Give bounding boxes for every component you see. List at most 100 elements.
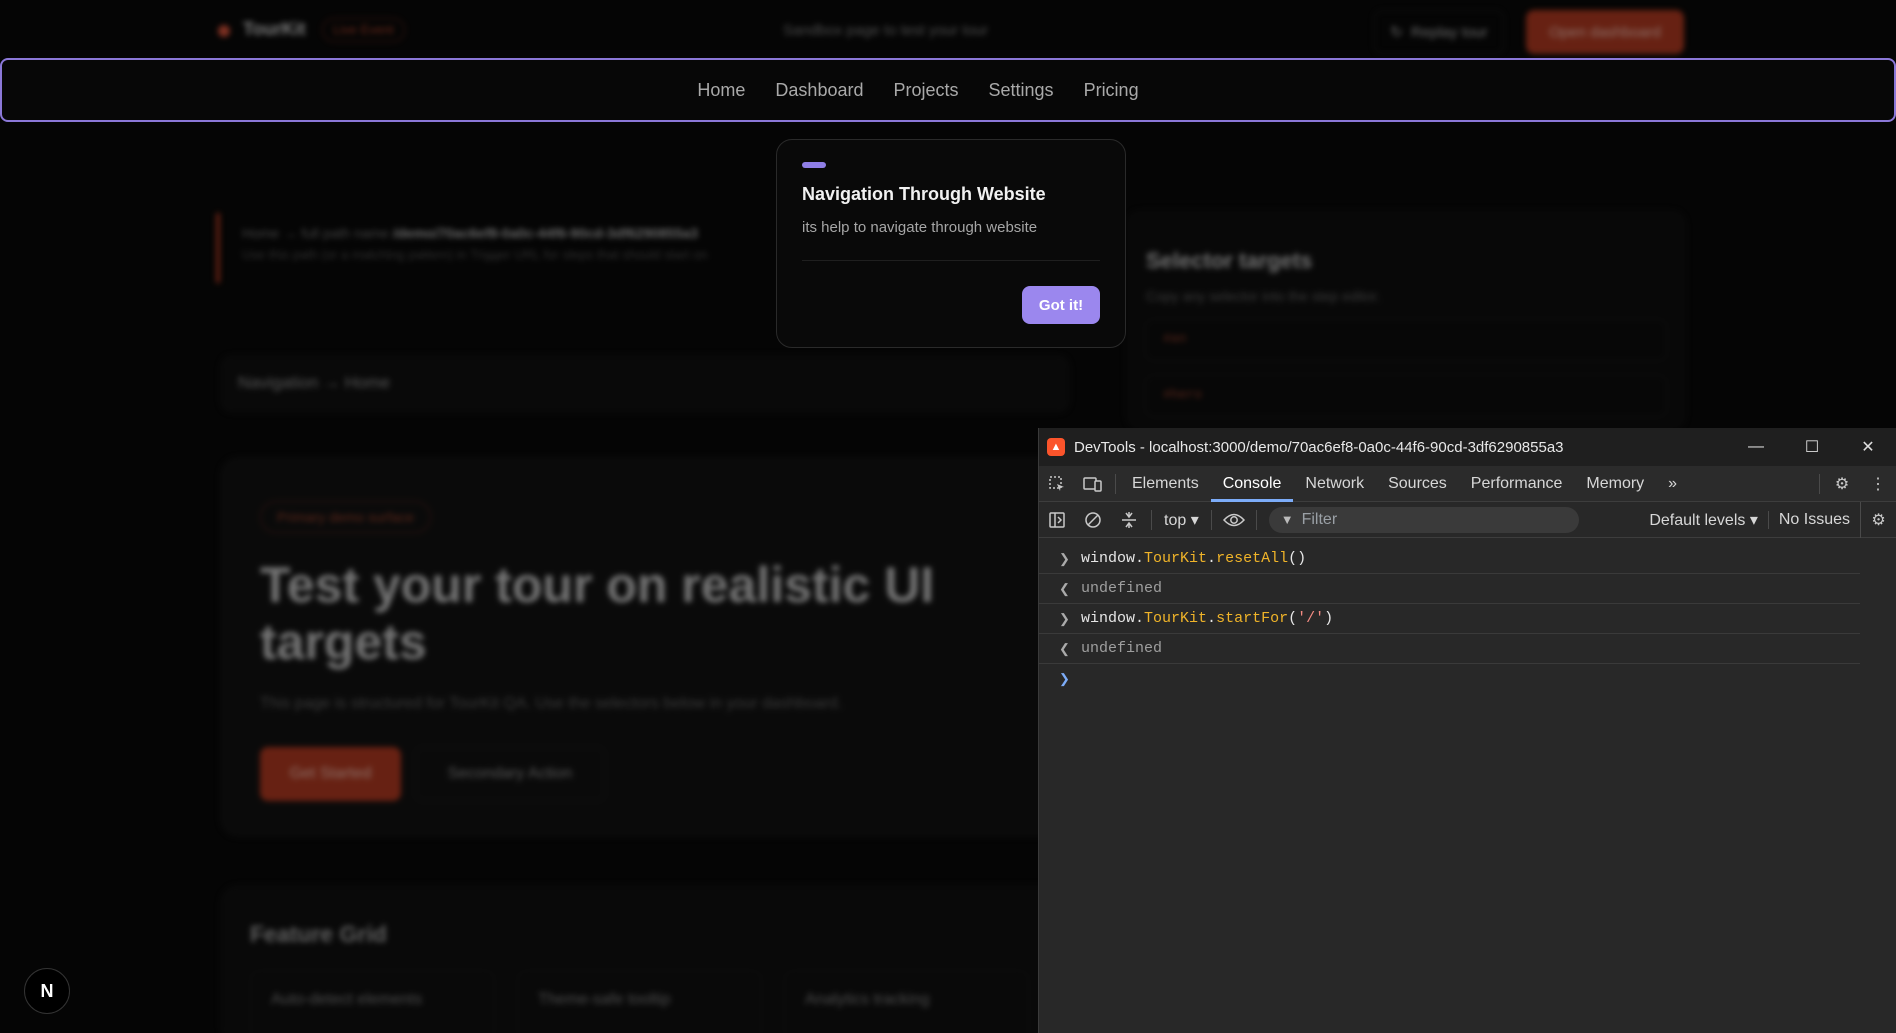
live-expression-eye-icon[interactable] [1216,502,1252,538]
code-member: TourKit [1144,550,1208,567]
feature-item: Theme-safe tooltip [517,970,762,1033]
devtools-window: ▲ DevTools - localhost:3000/demo/70ac6ef… [1038,428,1896,1033]
code-method: resetAll [1216,550,1289,567]
breadcrumb-label: full path name [301,225,390,241]
console-output: ❯ window. TourKit. resetAll() ❮ undefined … [1039,538,1896,694]
filter-icon: ▼ [1280,512,1294,527]
input-chevron-icon: ❯ [1059,550,1070,566]
kebab-menu-icon[interactable]: ⋮ [1860,466,1896,502]
issues-counter[interactable]: No Issues [1767,511,1860,529]
replay-tour-button[interactable]: ↻ Replay tour [1374,10,1504,54]
filter-placeholder: Filter [1301,510,1338,528]
tab-performance[interactable]: Performance [1459,466,1575,502]
device-toolbar-icon[interactable] [1075,466,1111,502]
console-settings-gear-icon[interactable]: ⚙ [1860,502,1896,538]
tab-sources[interactable]: Sources [1376,466,1459,502]
devtools-tabbar-right: ⚙ ⋮ [1815,466,1896,502]
context-select[interactable]: top ▾ [1156,510,1207,530]
nav-item-projects[interactable]: Projects [893,80,958,101]
selector-targets-card: Selector targets Copy any selector into … [1126,210,1686,430]
replay-icon: ↻ [1390,24,1403,41]
clear-console-icon[interactable] [1075,502,1111,538]
hero-actions: Get Started Secondary Action [260,747,1030,801]
hero-title: Test your tour on realistic UI targets [260,557,935,670]
devtools-titlebar: ▲ DevTools - localhost:3000/demo/70ac6ef… [1039,428,1896,466]
code-member: TourKit [1144,610,1208,627]
feature-grid-card: Feature Grid Auto-detect elements Theme-… [220,885,1070,1033]
tour-title: Navigation Through Website [802,184,1046,204]
code-object: window [1081,550,1136,567]
console-input-line[interactable]: ❯ window. TourKit. resetAll() [1039,544,1860,574]
brave-logo-icon: ▲ [1047,438,1065,456]
toolbar-separator [1210,509,1212,530]
feature-item: Analytics tracking [784,970,1029,1033]
sidebar-toggle-icon[interactable] [1039,502,1075,538]
navigation-status: Navigation → Home [220,355,1070,413]
console-result: undefined [1081,580,1163,597]
code-args: '/' [1297,610,1325,627]
console-prompt[interactable]: ❯ [1039,664,1860,694]
main-nav: Home Dashboard Projects Settings Pricing [0,58,1896,122]
close-icon[interactable]: ✕ [1840,428,1896,466]
breadcrumb-line: Home → full path name /demo/70ac6ef8-0a0… [242,225,776,241]
toolbar-separator [1151,509,1152,530]
tab-console[interactable]: Console [1210,466,1294,502]
devtools-tabbar: Elements Console Network Sources Perform… [1039,466,1896,502]
inspect-element-icon[interactable] [1039,466,1075,502]
console-toolbar-right: Default levels ▾ No Issues ⚙ [1639,502,1896,538]
tour-popover: Navigation Through Website its help to n… [776,139,1126,348]
got-it-button[interactable]: Got it! [1022,286,1100,324]
tour-progress-indicator [802,162,826,168]
input-chevron-icon: ❯ [1059,610,1070,626]
breadcrumb-home: Home [242,225,280,241]
replay-label: Replay tour [1410,23,1488,41]
feature-grid-title: Feature Grid [250,921,387,947]
window-controls: — ☐ ✕ [1728,428,1896,466]
toolbar-separator [1255,509,1257,530]
selector-row[interactable]: #hero [1146,376,1666,416]
code-object: window [1081,610,1136,627]
brand-name: TourKit [243,19,306,39]
collapse-icon[interactable] [1111,502,1147,538]
tab-network[interactable]: Network [1293,466,1376,502]
code-method: startFor [1216,610,1289,627]
toolbar-separator [1115,473,1116,494]
breadcrumb-path: /demo/70ac6ef8-0a0c-44f6-90cd-3df6290855… [392,225,699,241]
site-header: TourKit Live Event Sandbox page to test … [0,0,1896,62]
hero-card: Primary demo surface Test your tour on r… [220,457,1070,837]
header-subtitle: Sandbox page to test your tour [783,22,989,39]
feature-item: Auto-detect elements [250,970,495,1033]
selector-row[interactable]: #an [1146,320,1666,360]
tab-memory[interactable]: Memory [1574,466,1656,502]
selector-subtitle: Copy any selector into the step editor. [1146,288,1381,304]
get-started-button[interactable]: Get Started [260,747,401,801]
console-result: undefined [1081,640,1163,657]
filter-input[interactable]: ▼ Filter [1268,506,1579,533]
toolbar-separator [1819,474,1820,494]
default-levels-dropdown[interactable]: Default levels ▾ [1639,510,1768,530]
more-tabs-icon[interactable]: » [1656,466,1689,502]
secondary-action-button[interactable]: Secondary Action [415,747,605,801]
console-output-line: ❮ undefined [1039,634,1860,664]
nav-item-home[interactable]: Home [697,80,745,101]
hero-description: This page is structured for TourKit QA. … [260,695,843,712]
open-dashboard-button[interactable]: Open dashboard [1526,10,1684,54]
tab-elements[interactable]: Elements [1120,466,1211,502]
tour-body: its help to navigate through website [802,219,1038,236]
settings-gear-icon[interactable]: ⚙ [1824,466,1860,502]
nav-item-pricing[interactable]: Pricing [1084,80,1139,101]
maximize-icon[interactable]: ☐ [1784,428,1840,466]
console-output-line: ❮ undefined [1039,574,1860,604]
console-input-line[interactable]: ❯ window. TourKit. startFor('/') [1039,604,1860,634]
live-badge: Live Event [322,18,405,42]
devtools-title: DevTools - localhost:3000/demo/70ac6ef8-… [1074,438,1564,456]
nav-item-settings[interactable]: Settings [989,80,1054,101]
tour-divider [802,260,1100,261]
breadcrumb-hint: Use this path (or a matching pattern) in… [242,247,708,262]
brand-dot-icon [218,25,230,37]
nav-item-dashboard[interactable]: Dashboard [775,80,863,101]
minimize-icon[interactable]: — [1728,428,1784,466]
selector-title: Selector targets [1146,248,1313,273]
output-arrow-icon: ❮ [1059,580,1070,596]
nextjs-dev-badge[interactable]: N [24,968,70,1014]
